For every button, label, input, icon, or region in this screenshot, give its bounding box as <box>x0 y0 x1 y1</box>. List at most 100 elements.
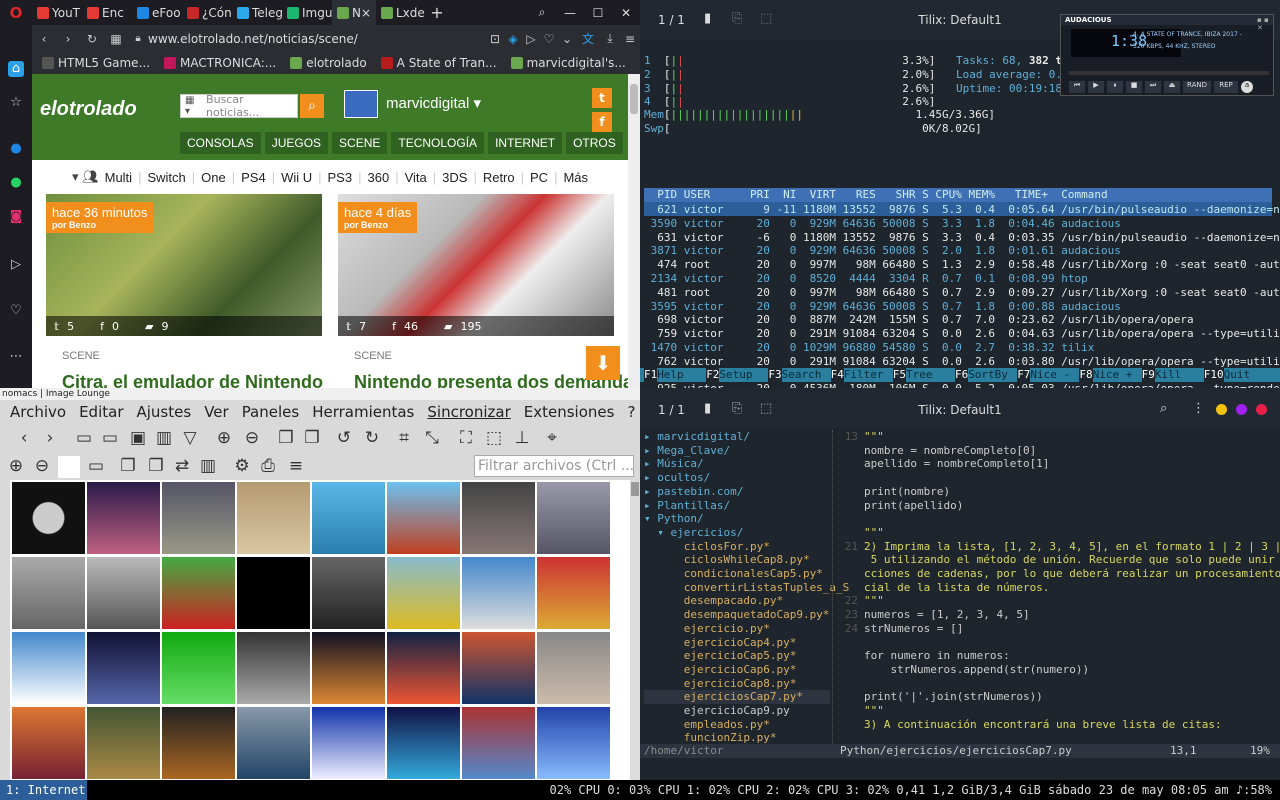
thumbnail[interactable] <box>387 707 460 779</box>
opera-menu-icon[interactable]: O <box>0 0 32 25</box>
process-row[interactable]: 3595 victor 20 0 929M 64636 50008 S 0.7 … <box>644 300 1121 314</box>
function-key[interactable]: F4 <box>830 368 844 382</box>
next-icon[interactable]: ⏭ <box>1145 81 1161 93</box>
process-row[interactable]: 3871 victor 20 0 929M 64636 50008 S 2.0 … <box>644 244 1121 258</box>
code-line[interactable]: 3) A continuación encontrará una breve l… <box>864 718 1222 732</box>
thumbnail[interactable] <box>237 707 310 779</box>
play-icon[interactable]: ▶ <box>1088 81 1104 93</box>
ruler-icon[interactable]: ⊥ <box>512 428 532 448</box>
thumbnail[interactable] <box>12 482 85 554</box>
menu-0[interactable]: Archivo <box>10 403 66 421</box>
site-nav-3[interactable]: TECNOLOGÍA <box>391 132 485 154</box>
function-label[interactable]: Help <box>657 368 684 382</box>
new-tab-button[interactable]: + <box>426 0 448 25</box>
menu-7[interactable]: Extensiones <box>524 403 615 421</box>
bookmark-item[interactable]: marvicdigital's... <box>510 56 626 70</box>
function-label[interactable]: Filter <box>844 368 884 382</box>
code-line[interactable]: for numero in numeros: <box>864 649 1010 663</box>
search-button[interactable]: ⌕ <box>300 94 324 118</box>
stat-fb[interactable]: f 46 <box>392 320 418 333</box>
group-icon[interactable]: ▾ 👥︎ <box>72 169 99 185</box>
code-line[interactable]: """ <box>864 704 884 718</box>
process-row[interactable]: 3590 victor 20 0 929M 64636 50008 S 3.3 … <box>644 217 1121 231</box>
tree-item[interactable]: condicionalesCap5.py* <box>644 567 823 581</box>
scroll-down-button[interactable]: ⬇ <box>586 346 620 380</box>
process-row[interactable]: 631 victor -6 0 1180M 13552 9876 S 3.3 0… <box>644 231 1280 245</box>
filter-input[interactable]: Filtrar archivos (Ctrl ... <box>474 455 634 477</box>
platform-4[interactable]: Wii U <box>281 170 312 185</box>
thumbnail[interactable] <box>12 557 85 629</box>
search-filter-icon[interactable]: ▦ ▾ <box>185 95 202 117</box>
tree-item[interactable]: ▾ ejercicios/ <box>644 526 743 540</box>
thumbnail-scrollbar[interactable] <box>630 480 640 780</box>
menu-4[interactable]: Paneles <box>242 403 300 421</box>
thumbnail[interactable] <box>537 707 610 779</box>
heart-icon[interactable]: ♡ <box>8 303 24 319</box>
article-card[interactable]: hace 36 minutos por Benzo 𝕥 5 f 0 ▰ 9 SCENE Citra… <box>46 194 323 388</box>
location-icon[interactable]: ⌖ <box>542 428 562 448</box>
tree-item[interactable]: convertirListasTuples_a_S <box>644 581 850 595</box>
translate-icon[interactable]: 文 <box>576 30 600 47</box>
scroll-thumb[interactable] <box>631 482 639 496</box>
article-title[interactable]: Citra, el emulador de Nintendo <box>62 372 323 388</box>
site-nav-1[interactable]: JUEGOS <box>264 132 329 154</box>
minimize-icon[interactable]: — <box>556 0 584 25</box>
code-line[interactable]: print(apellido) <box>864 499 963 513</box>
code-line[interactable]: strNumeros = [] <box>864 622 963 636</box>
process-row[interactable]: 762 victor 20 0 291M 91084 63204 S 0.0 2… <box>644 355 1280 369</box>
function-label[interactable]: SortBy <box>968 368 1008 382</box>
function-key[interactable]: F10 <box>1203 368 1224 382</box>
tree-item[interactable]: ejercicioCap4.py* <box>644 636 797 650</box>
function-label[interactable]: Kill <box>1155 368 1182 382</box>
url-field[interactable]: www.elotrolado.net/noticias/scene/ <box>148 32 486 46</box>
transfer-icon[interactable]: ⇄ <box>172 456 192 476</box>
select-icon[interactable]: ⬚ <box>484 428 504 448</box>
menu-5[interactable]: Herramientas <box>312 403 414 421</box>
site-nav-4[interactable]: INTERNET <box>488 132 563 154</box>
vpn-icon[interactable]: ▷ <box>522 32 540 46</box>
code-line[interactable]: apellido = nombreCompleto[1] <box>864 457 1049 471</box>
paste-icon[interactable]: ❐ <box>302 428 322 448</box>
tab-3[interactable]: ¿Cón <box>182 0 232 25</box>
shuffle-button[interactable]: RAND <box>1183 81 1211 93</box>
tab-2[interactable]: eFoo <box>132 0 182 25</box>
menu-6[interactable]: Sincronizar <box>427 403 510 421</box>
menu-icon[interactable]: ≡ <box>620 32 640 46</box>
tree-item[interactable]: desempaquetadoCap9.py* <box>644 608 830 622</box>
paste-icon[interactable]: ❐ <box>146 456 166 476</box>
pause-icon[interactable]: ⏸ <box>1107 81 1123 93</box>
article-title[interactable]: Nintendo presenta dos demandas <box>354 372 628 388</box>
function-key[interactable]: F5 <box>892 368 907 382</box>
repeat-button[interactable]: REP <box>1214 81 1238 93</box>
code-line[interactable]: cial de la lista de números. <box>864 581 1049 595</box>
bookmark-item[interactable]: A State of Tran... <box>380 56 497 70</box>
back-icon[interactable]: ‹ <box>32 32 56 46</box>
article-tag[interactable]: SCENE <box>354 350 392 362</box>
facebook-icon[interactable]: f <box>592 112 612 132</box>
fullscreen-icon[interactable]: ⛶ <box>456 428 476 448</box>
thumbnail[interactable] <box>162 557 235 629</box>
back-icon[interactable]: ‹ <box>14 428 34 448</box>
prev-icon[interactable]: ⏮ <box>1069 81 1085 93</box>
thumbnail[interactable] <box>312 557 385 629</box>
process-row[interactable]: 2134 victor 20 0 8520 4444 3304 R 0.7 0.… <box>644 272 1088 286</box>
vim-editor[interactable]: ▸ marvicdigital/▸ Mega_Clave/▸ Música/▸ … <box>640 430 1280 776</box>
rotate-right-icon[interactable]: ↻ <box>362 428 382 448</box>
zoom-in-icon[interactable]: ⊕ <box>214 428 234 448</box>
save-icon[interactable]: ▣ <box>128 428 148 448</box>
zoom-in-icon[interactable]: ⊕ <box>6 456 26 476</box>
home-icon[interactable]: ⌂ <box>8 61 24 77</box>
platform-0[interactable]: Multi <box>105 170 132 185</box>
platform-8[interactable]: 3DS <box>442 170 467 185</box>
menu-3[interactable]: Ver <box>204 403 229 421</box>
function-label[interactable]: Setup <box>719 368 752 382</box>
tree-item[interactable]: ejercicioCap8.py* <box>644 677 797 691</box>
function-key[interactable]: F6 <box>955 368 969 382</box>
stat-tw[interactable]: 𝕥7 <box>346 320 366 333</box>
function-label[interactable]: Tree <box>906 368 933 382</box>
search-input[interactable]: ▦ ▾ Buscar noticias... <box>180 93 298 119</box>
tab-4[interactable]: Teleg <box>232 0 282 25</box>
thumbnail[interactable] <box>87 632 160 704</box>
code-line[interactable]: """ <box>864 526 884 540</box>
code-line[interactable]: nombre = nombreCompleto[0] <box>864 444 1036 458</box>
